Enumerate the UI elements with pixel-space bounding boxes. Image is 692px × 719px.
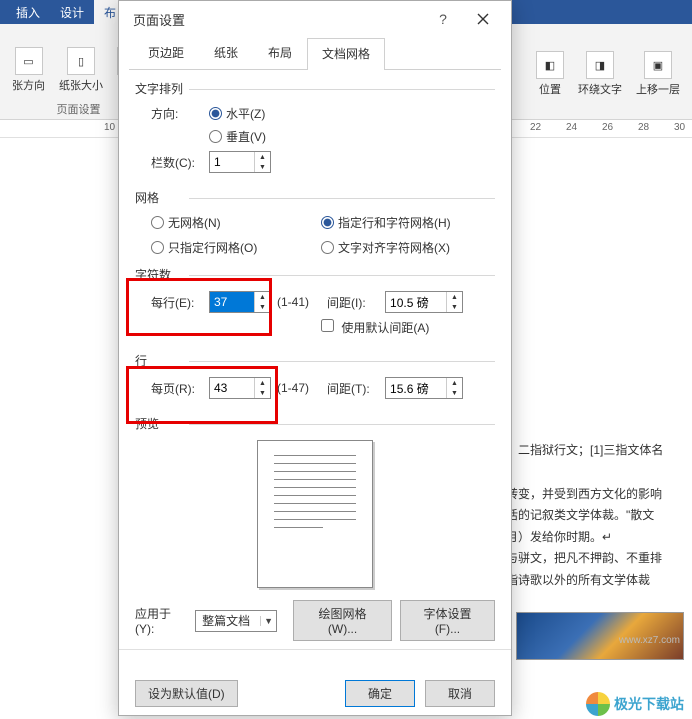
- radio-lines-grid[interactable]: 只指定行网格(O): [151, 239, 301, 256]
- cancel-button[interactable]: 取消: [425, 680, 495, 707]
- orientation-label: 张方向: [12, 77, 45, 93]
- spin-down-icon[interactable]: ▼: [255, 162, 270, 172]
- radio-no-grid[interactable]: 无网格(N): [151, 214, 301, 231]
- spin-up-icon[interactable]: ▲: [447, 378, 462, 388]
- font-settings-button[interactable]: 字体设置(F)...: [400, 600, 495, 641]
- position-icon: ◧: [536, 51, 564, 79]
- close-icon: [477, 13, 489, 25]
- document-text: ；二指狱行文；[1]三指文体名 转变，并受到西方文化的影响 活的记叙类文学体裁。…: [506, 440, 686, 592]
- radio-horizontal-input[interactable]: [209, 107, 222, 120]
- help-button[interactable]: ?: [423, 4, 463, 34]
- ok-button[interactable]: 确定: [345, 680, 415, 707]
- section-text-arrange: 文字排列 方向: 水平(Z) 垂直(V) 栏数(C): ▲▼: [135, 80, 495, 179]
- spin-down-icon[interactable]: ▼: [447, 302, 462, 312]
- radio-horizontal[interactable]: 水平(Z): [209, 105, 265, 122]
- line-spacing-label: 间距(T):: [327, 380, 379, 397]
- line-spacing-input[interactable]: [386, 378, 446, 398]
- wrap-text-icon: ◨: [586, 51, 614, 79]
- radio-lines-grid-input[interactable]: [151, 241, 164, 254]
- ribbon-group-arrange: ◧ 位置 ◨ 环绕文字 ▣ 上移一层: [524, 24, 692, 119]
- columns-spinner[interactable]: ▲▼: [209, 151, 271, 173]
- section-grid-title: 网格: [135, 189, 495, 206]
- line-spacing-spinner[interactable]: ▲▼: [385, 377, 463, 399]
- char-spacing-input[interactable]: [386, 292, 446, 312]
- apply-to-select[interactable]: 整篇文档 ▼: [195, 610, 277, 632]
- spin-up-icon[interactable]: ▲: [447, 292, 462, 302]
- radio-both-grid[interactable]: 指定行和字符网格(H): [321, 214, 475, 231]
- tab-document-grid[interactable]: 文档网格: [307, 38, 385, 70]
- tab-margins[interactable]: 页边距: [133, 37, 199, 69]
- perpage-input[interactable]: [210, 378, 254, 398]
- dialog-title: 页面设置: [133, 10, 423, 29]
- columns-count-label: 栏数(C):: [151, 154, 203, 171]
- apply-label: 应用于(Y):: [135, 605, 187, 636]
- char-spacing-spinner[interactable]: ▲▼: [385, 291, 463, 313]
- ribbon-tab-design[interactable]: 设计: [50, 0, 94, 25]
- perpage-range: (1-47): [277, 381, 309, 395]
- radio-both-grid-input[interactable]: [321, 216, 334, 229]
- dialog-title-bar: 页面设置 ?: [119, 1, 511, 37]
- bring-forward-button[interactable]: ▣ 上移一层: [632, 49, 684, 99]
- orientation-icon: ▭: [15, 47, 43, 75]
- watermark-text: 极光下载站: [614, 694, 684, 714]
- set-default-button[interactable]: 设为默认值(D): [135, 680, 238, 707]
- apply-row: 应用于(Y): 整篇文档 ▼ 绘图网格(W)... 字体设置(F)...: [135, 600, 495, 641]
- dialog-footer: 设为默认值(D) 确定 取消: [135, 668, 495, 707]
- use-default-spacing-input[interactable]: [321, 319, 334, 332]
- perpage-label: 每页(R):: [151, 380, 203, 397]
- spin-down-icon[interactable]: ▼: [255, 388, 270, 398]
- watermark-url: www.xz7.com: [619, 635, 680, 646]
- section-preview-title: 预览: [135, 415, 495, 432]
- spin-up-icon[interactable]: ▲: [255, 378, 270, 388]
- wrap-text-button[interactable]: ◨ 环绕文字: [574, 49, 626, 99]
- spin-down-icon[interactable]: ▼: [255, 302, 270, 312]
- char-spacing-label: 间距(I):: [327, 294, 379, 311]
- spin-up-icon[interactable]: ▲: [255, 152, 270, 162]
- drawing-grid-button[interactable]: 绘图网格(W)...: [293, 600, 392, 641]
- page-setup-dialog: 页面设置 ? 页边距 纸张 布局 文档网格 文字排列 方向: 水平(Z): [118, 0, 512, 716]
- bring-forward-label: 上移一层: [636, 81, 680, 97]
- section-text-arrange-title: 文字排列: [135, 80, 495, 97]
- perpage-spinner[interactable]: ▲▼: [209, 377, 271, 399]
- spin-up-icon[interactable]: ▲: [255, 292, 270, 302]
- position-button[interactable]: ◧ 位置: [532, 49, 568, 99]
- bring-forward-icon: ▣: [644, 51, 672, 79]
- section-chars: 字符数 每行(E): ▲▼ (1-41) 间距(I): ▲▼ 使用默认间距(: [135, 266, 495, 342]
- use-default-spacing-checkbox[interactable]: 使用默认间距(A): [321, 319, 429, 336]
- direction-label: 方向:: [151, 105, 203, 122]
- spin-down-icon[interactable]: ▼: [447, 388, 462, 398]
- wrap-text-label: 环绕文字: [578, 81, 622, 97]
- preview-page: [257, 440, 373, 588]
- tab-layout[interactable]: 布局: [253, 37, 307, 69]
- paper-size-button[interactable]: ▯ 纸张大小: [55, 45, 107, 95]
- close-button[interactable]: [463, 4, 503, 34]
- watermark: 极光下载站: [586, 692, 684, 716]
- chevron-down-icon: ▼: [260, 616, 276, 626]
- radio-align-grid-input[interactable]: [321, 241, 334, 254]
- section-grid: 网格 无网格(N) 指定行和字符网格(H) 只指定行网格(O) 文字对齐字符网格…: [135, 189, 495, 256]
- perline-spinner[interactable]: ▲▼: [209, 291, 271, 313]
- columns-input[interactable]: [210, 152, 254, 172]
- paper-size-label: 纸张大小: [59, 77, 103, 93]
- ribbon-tab-insert[interactable]: 插入: [6, 0, 50, 25]
- watermark-logo-icon: [586, 692, 610, 716]
- section-lines: 行 每页(R): ▲▼ (1-47) 间距(T): ▲▼: [135, 352, 495, 405]
- tab-paper[interactable]: 纸张: [199, 37, 253, 69]
- dialog-body: 文字排列 方向: 水平(Z) 垂直(V) 栏数(C): ▲▼: [119, 70, 511, 719]
- section-lines-title: 行: [135, 352, 495, 369]
- orientation-button[interactable]: ▭ 张方向: [8, 45, 49, 95]
- perline-input[interactable]: [210, 292, 254, 312]
- radio-vertical-input[interactable]: [209, 130, 222, 143]
- position-label: 位置: [539, 81, 561, 97]
- radio-align-grid[interactable]: 文字对齐字符网格(X): [321, 239, 475, 256]
- paper-size-icon: ▯: [67, 47, 95, 75]
- radio-no-grid-input[interactable]: [151, 216, 164, 229]
- perline-range: (1-41): [277, 295, 309, 309]
- perline-label: 每行(E):: [151, 294, 203, 311]
- apply-to-value: 整篇文档: [196, 612, 260, 629]
- section-chars-title: 字符数: [135, 266, 495, 283]
- radio-vertical[interactable]: 垂直(V): [209, 128, 266, 145]
- dialog-tabs: 页边距 纸张 布局 文档网格: [129, 37, 501, 70]
- section-preview: 预览: [135, 415, 495, 588]
